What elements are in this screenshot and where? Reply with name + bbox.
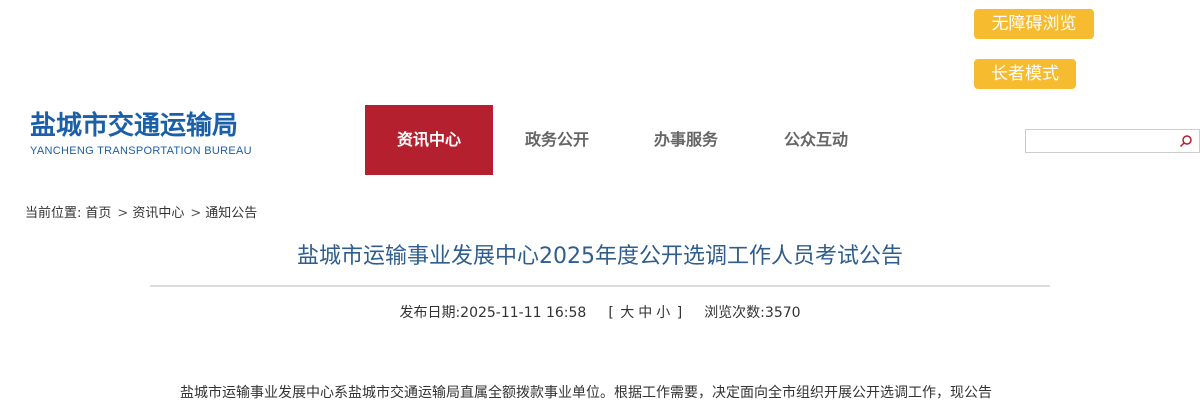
title-divider: [150, 285, 1050, 287]
logo-english-name: YANCHENG TRANSPORTATION BUREAU: [30, 145, 252, 157]
elder-mode-button[interactable]: 长者模式: [974, 59, 1076, 89]
search-input[interactable]: [1030, 131, 1170, 151]
article-paragraph: 盐城市运输事业发展中心系盐城市交通运输局直属全额拨款事业单位。根据工作需要，决定…: [180, 385, 992, 401]
publish-date: 2025-11-11 16:58: [460, 305, 587, 321]
nav-item-government-affairs[interactable]: 政务公开: [493, 105, 621, 175]
breadcrumb: 当前位置: 首页 > 资讯中心 > 通知公告: [25, 202, 261, 221]
logo-chinese-name: 盐城市交通运输局: [30, 111, 239, 141]
nav-item-news-center[interactable]: 资讯中心: [365, 105, 493, 175]
breadcrumb-news-center[interactable]: 资讯中心: [132, 206, 184, 221]
breadcrumb-prefix: 当前位置:: [25, 206, 82, 221]
font-size-bracket-open: [: [608, 305, 614, 321]
breadcrumb-separator: >: [190, 206, 202, 221]
font-size-medium-button[interactable]: 中: [636, 305, 654, 321]
site-logo[interactable]: 盐城市交通运输局 YANCHENG TRANSPORTATION BUREAU: [30, 110, 252, 158]
view-count: 3570: [764, 305, 801, 321]
article-title: 盐城市运输事业发展中心2025年度公开选调工作人员考试公告: [297, 244, 903, 269]
search-icon[interactable]: [1179, 134, 1193, 148]
breadcrumb-separator: >: [117, 206, 129, 221]
view-count-label: 浏览次数:: [704, 305, 765, 321]
article-meta: 发布日期:2025-11-11 16:58 [ 大中小 ] 浏览次数:3570: [0, 302, 1200, 324]
font-size-bracket-close: ]: [676, 305, 683, 321]
search-box: [1025, 129, 1200, 153]
accessibility-mode-button[interactable]: 无障碍浏览: [974, 9, 1094, 39]
breadcrumb-notices[interactable]: 通知公告: [205, 206, 257, 221]
nav-item-public-interaction[interactable]: 公众互动: [751, 105, 881, 175]
nav-item-services[interactable]: 办事服务: [621, 105, 751, 175]
font-size-large-button[interactable]: 大: [618, 305, 636, 321]
font-size-small-button[interactable]: 小: [654, 305, 672, 321]
main-nav: 资讯中心 政务公开 办事服务 公众互动: [365, 105, 881, 175]
publish-date-label: 发布日期:: [399, 305, 461, 321]
breadcrumb-home[interactable]: 首页: [85, 206, 111, 221]
